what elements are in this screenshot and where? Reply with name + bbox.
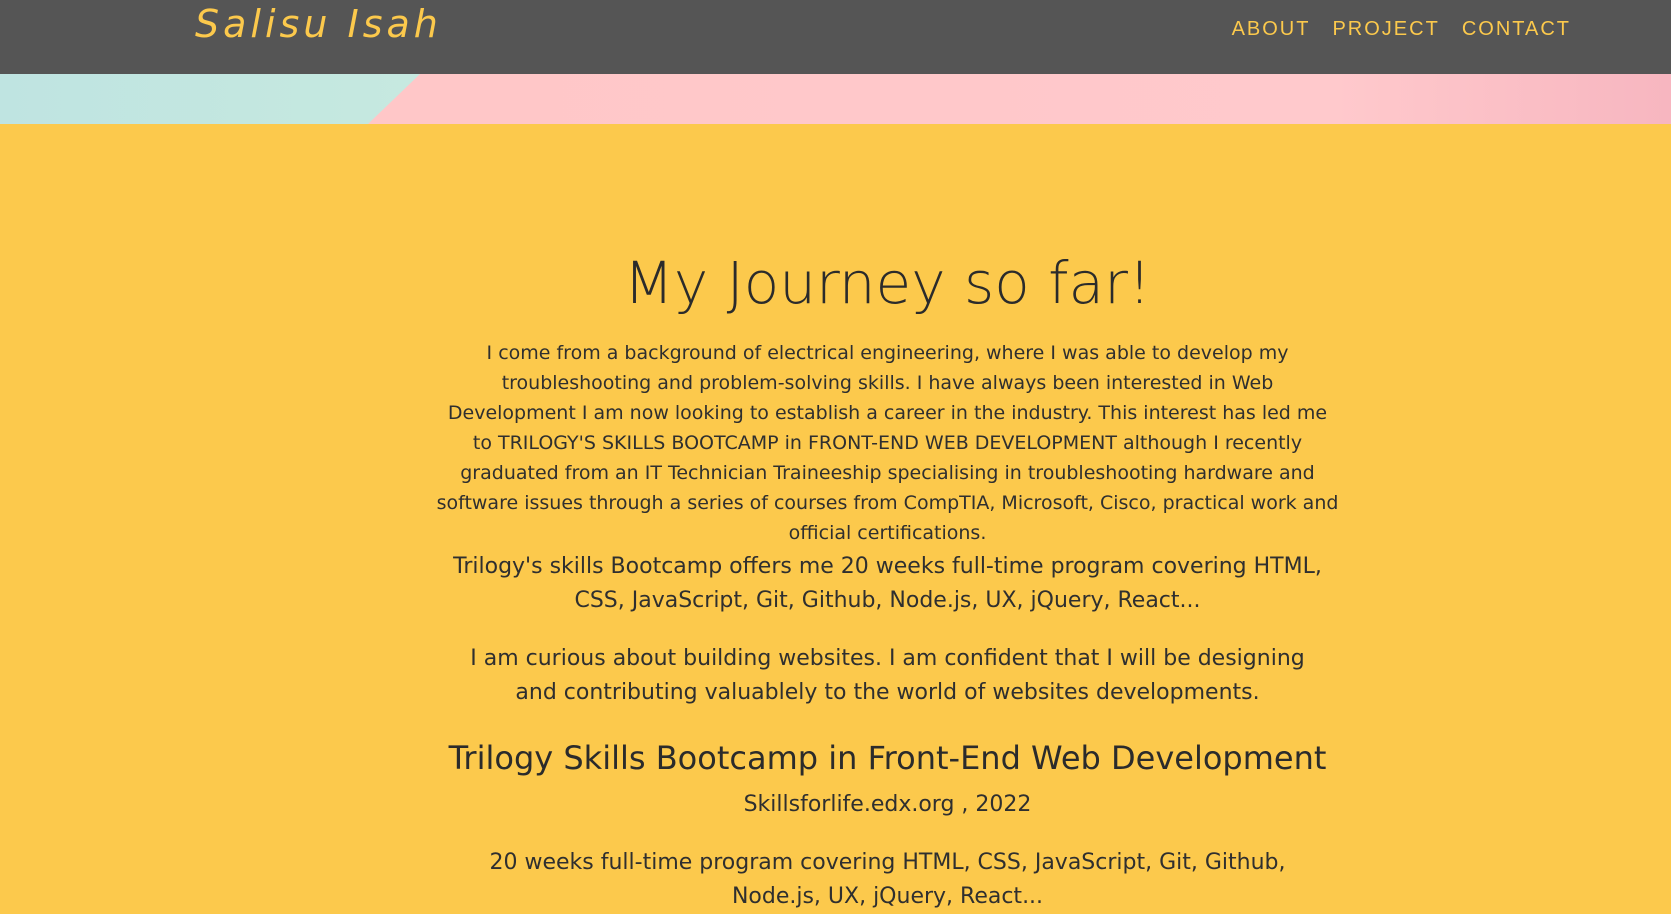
intro-paragraph: I come from a background of electrical e… — [436, 342, 1339, 544]
journey-section: My Journey so far! I come from a backgro… — [420, 124, 1355, 914]
navbar: Salisu Isah ABOUT PROJECT CONTACT — [0, 0, 1671, 74]
brand-logo[interactable]: Salisu Isah — [195, 2, 442, 46]
bootcamp-paragraph: Trilogy's skills Bootcamp offers me 20 w… — [453, 554, 1322, 613]
course-provider: Skillsforlife.edx.org , 2022 — [743, 792, 1032, 817]
nav-link-about[interactable]: ABOUT — [1232, 16, 1311, 43]
nav-link-project[interactable]: PROJECT — [1332, 16, 1439, 43]
decorative-banner — [0, 74, 1671, 124]
nav-link-contact[interactable]: CONTACT — [1462, 16, 1571, 43]
banner-mint-shape — [0, 74, 420, 124]
page-title: My Journey so far! — [623, 249, 1152, 317]
course-title: Trilogy Skills Bootcamp in Front-End Web… — [448, 739, 1327, 777]
curiosity-paragraph: I am curious about building websites. I … — [470, 646, 1305, 705]
course-description: 20 weeks full-time program covering HTML… — [489, 850, 1286, 909]
nav-menu: ABOUT PROJECT CONTACT — [1232, 16, 1571, 43]
